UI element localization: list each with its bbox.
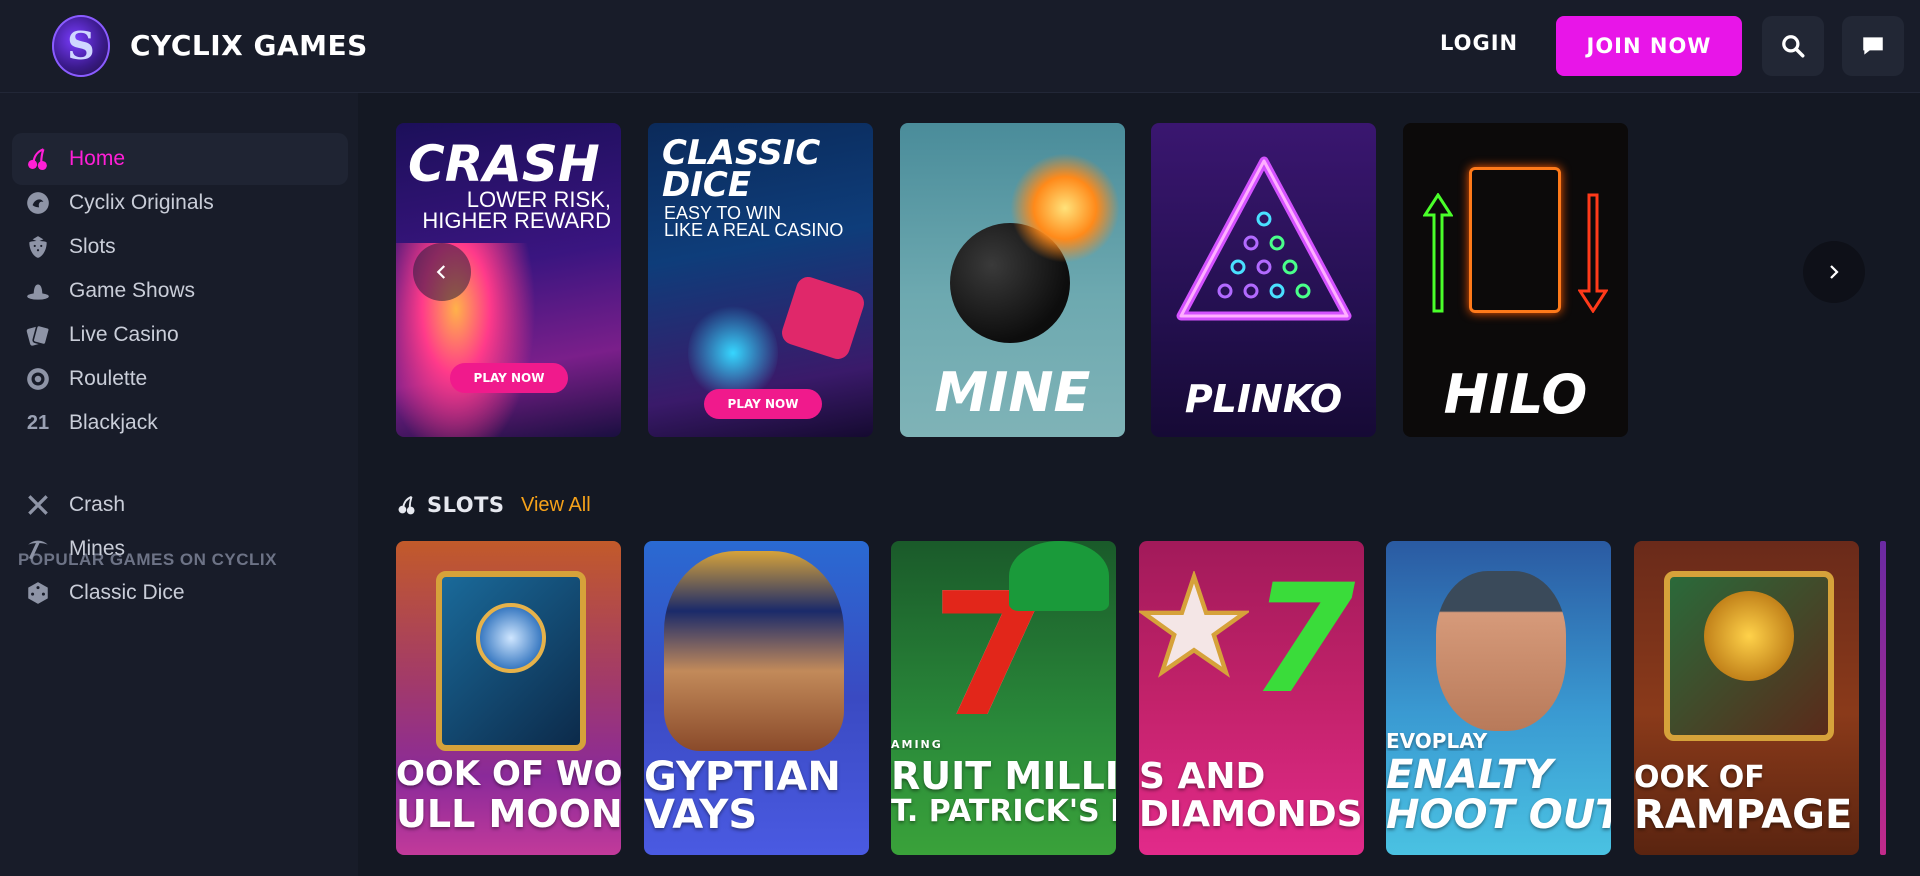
slot-title-line2: ULL MOON	[396, 795, 621, 833]
cherry-icon	[24, 145, 52, 173]
sidebar-item-label: Crash	[69, 493, 126, 516]
card-title: MINE	[934, 361, 1091, 424]
sidebar-item-label: Slots	[69, 235, 116, 258]
pharaoh-queen-art	[664, 551, 844, 751]
slot-card[interactable]: EVOPLAY ENALTY HOOT OUT	[1386, 541, 1611, 855]
sidebar: Home Cyclix Originals Slots Game Shows L…	[0, 93, 358, 876]
star-art	[1139, 571, 1249, 678]
slot-title-line2: VAYS	[644, 795, 758, 835]
green-seven-art: 7	[1251, 553, 1356, 727]
hat-icon	[24, 277, 52, 305]
dragon-art	[688, 303, 778, 403]
explosion-art	[1010, 153, 1120, 263]
carousel-prev-button[interactable]	[413, 243, 471, 301]
slot-card-partial[interactable]	[1880, 541, 1886, 855]
sidebar-item-label: Home	[69, 147, 126, 170]
play-now-button[interactable]: PLAY NOW	[704, 389, 822, 419]
playing-card-art	[1469, 167, 1561, 313]
card-title: CRASH	[408, 135, 600, 193]
carousel-next-button[interactable]	[1803, 241, 1865, 303]
cards-icon	[24, 321, 52, 349]
leprechaun-hat-art	[1009, 541, 1109, 611]
slot-title-line1: OOK OF	[1634, 763, 1765, 793]
card-title-line2: DICE	[662, 165, 752, 205]
plinko-triangle-art	[1176, 156, 1352, 321]
slot-card[interactable]: OOK OF RAMPAGE	[1634, 541, 1859, 855]
slots-section-title: SLOTS	[427, 493, 505, 517]
slot-card[interactable]: 7 S AND DIAMONDS	[1139, 541, 1364, 855]
top-header: CYCLIX GAMES LOGIN JOIN NOW	[0, 0, 1920, 93]
card-subtitle-2: LIKE A REAL CASINO	[664, 220, 844, 240]
game-card-classic-dice[interactable]: CLASSIC DICE EASY TO WIN LIKE A REAL CAS…	[648, 123, 873, 437]
dice-icon	[24, 579, 52, 607]
sidebar-item-label: Blackjack	[69, 411, 158, 434]
chat-icon	[1863, 37, 1883, 55]
slot-title-line1: GYPTIAN	[644, 757, 841, 797]
sidebar-item-label: Live Casino	[69, 323, 179, 346]
dice-art	[778, 273, 868, 363]
chevron-left-icon	[436, 265, 446, 279]
sidebar-item-label: Classic Dice	[69, 581, 185, 604]
slot-title-line1: ENALTY	[1386, 755, 1553, 795]
slot-title-line2: HOOT OUT	[1386, 795, 1611, 835]
game-card-hilo[interactable]: HILO	[1403, 123, 1628, 437]
sidebar-item-classic-dice[interactable]: Classic Dice	[12, 567, 348, 619]
card-title: HILO	[1443, 363, 1588, 426]
roulette-icon	[24, 365, 52, 393]
search-icon	[1782, 35, 1805, 58]
slot-title-line1: S AND	[1139, 759, 1266, 795]
sidebar-item-blackjack[interactable]: 21 Blackjack	[12, 397, 348, 449]
chevron-right-icon	[1830, 265, 1839, 279]
search-button[interactable]	[1762, 16, 1824, 76]
slot-card[interactable]: OOK OF WOLVES ULL MOON	[396, 541, 621, 855]
game-card-mine[interactable]: MINE	[900, 123, 1125, 437]
bull-art	[1704, 591, 1794, 681]
chat-button[interactable]	[1842, 16, 1904, 76]
cyclix-logo[interactable]	[52, 15, 110, 77]
slot-card[interactable]: 7 AMING RUIT MILLION T. PATRICK'S EDITIO	[891, 541, 1116, 855]
arrow-up-icon	[1423, 193, 1453, 313]
swords-icon	[24, 491, 52, 519]
slot-title-line2: DIAMONDS	[1139, 797, 1363, 833]
play-now-button[interactable]: PLAY NOW	[450, 363, 568, 393]
login-button[interactable]: LOGIN	[1440, 31, 1518, 55]
sidebar-item-label: Game Shows	[69, 279, 196, 302]
brand-name[interactable]: CYCLIX GAMES	[130, 29, 368, 62]
slot-title-line1: RUIT MILLION	[891, 757, 1116, 795]
join-now-button[interactable]: JOIN NOW	[1556, 16, 1742, 76]
arrow-down-icon	[1578, 193, 1608, 313]
card-subtitle-2: HIGHER REWARD	[422, 208, 611, 233]
slot-title-line2: T. PATRICK'S EDITIO	[891, 797, 1116, 827]
football-player-art	[1436, 571, 1566, 731]
slot-provider-line: AMING	[891, 739, 943, 750]
cherry-icon	[398, 495, 415, 515]
21-icon: 21	[26, 411, 50, 434]
slot-title-line2: RAMPAGE	[1634, 795, 1853, 835]
slot-provider-line: EVOPLAY	[1386, 731, 1488, 751]
sidebar-item-label: Roulette	[69, 367, 148, 390]
slot-title-line1: OOK OF WOLVES	[396, 757, 621, 791]
pickaxe-icon	[24, 535, 52, 563]
sidebar-item-label: Cyclix Originals	[69, 191, 214, 214]
sidebar-item-label: Mines	[69, 537, 126, 560]
game-card-plinko[interactable]: PLINKO	[1151, 123, 1376, 437]
slot-card[interactable]: GYPTIAN VAYS	[644, 541, 869, 855]
moon-art	[476, 603, 546, 673]
dragon-icon	[24, 189, 52, 217]
strawberry-icon	[24, 233, 52, 261]
card-title: PLINKO	[1184, 377, 1343, 421]
view-all-slots-link[interactable]: View All	[521, 494, 591, 517]
